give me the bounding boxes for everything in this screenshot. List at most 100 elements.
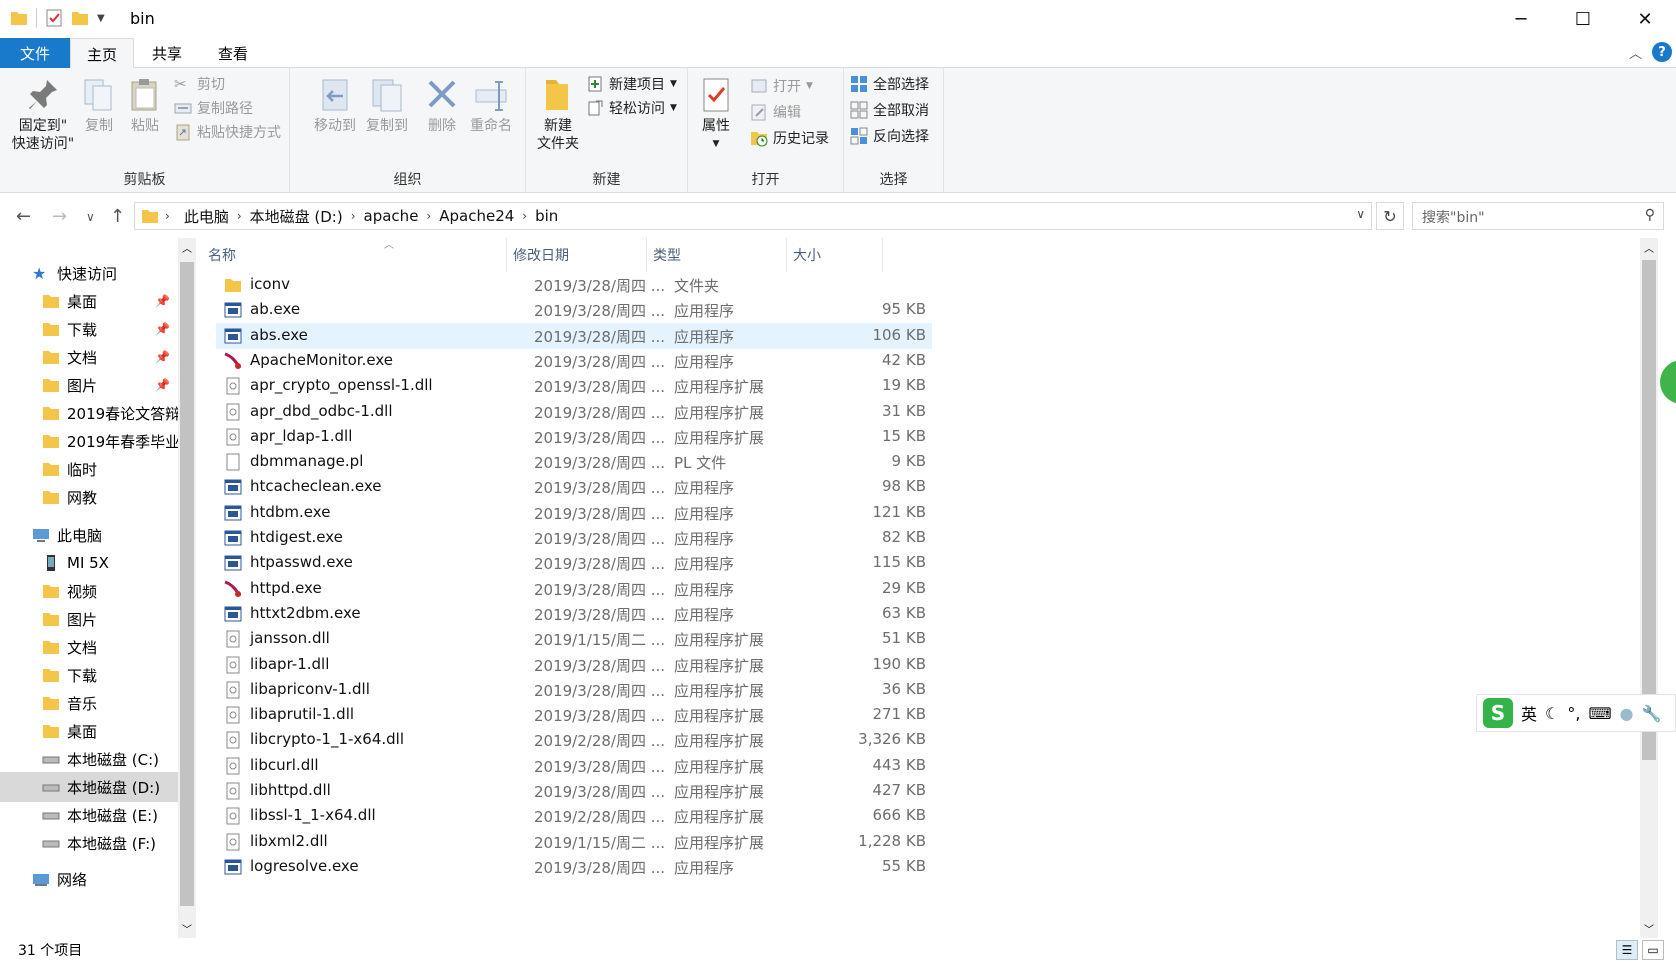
tab-share[interactable]: 共享 [134,38,200,68]
wrench-icon[interactable]: 🔧 [1642,704,1662,723]
breadcrumb-separator-icon[interactable]: › [159,209,176,223]
sogou-logo-icon[interactable]: S [1483,698,1513,728]
nav-scrollbar-thumb[interactable] [180,262,194,906]
column-header-date[interactable]: 修改日期 [513,238,643,272]
pin-icon[interactable]: 📌 [155,294,170,308]
breadcrumb-drive-d[interactable]: 本地磁盘 (D:) [242,206,351,227]
scroll-down-chevron-icon[interactable]: ﹀ [1644,921,1654,936]
nav-pc-item[interactable]: MI 5X [0,548,178,578]
refresh-button[interactable]: ↻ [1376,202,1404,230]
large-icons-view-button[interactable]: ▭ [1642,940,1664,960]
divider[interactable] [646,238,647,272]
nav-quick-item[interactable]: 2019春论文答辩 [0,398,178,428]
nav-this-pc[interactable]: 此电脑 [0,520,178,550]
nav-pc-item[interactable]: 文档 [0,632,178,662]
nav-pc-item[interactable]: 音乐 [0,688,178,718]
file-row[interactable]: apr_ldap-1.dll 2019/3/28/周四 ... 应用程序扩展 15 K… [216,424,932,450]
file-row[interactable]: ApacheMonitor.exe 2019/3/28/周四 ... 应用程序 42 … [216,348,932,374]
search-input[interactable]: 搜索"bin" ⚲ [1412,202,1664,230]
file-list-scrollbar[interactable]: ︿ ﹀ [1640,238,1658,938]
punctuation-icon[interactable]: °, [1567,704,1580,723]
breadcrumb-apache[interactable]: apache [356,207,427,225]
pin-icon[interactable]: 📌 [155,350,170,364]
file-row[interactable]: libhttpd.dll 2019/3/28/周四 ... 应用程序扩展 427 KB [216,778,932,804]
recent-locations-chevron-icon[interactable]: ∨ [86,210,95,224]
moon-icon[interactable]: ☾ [1545,704,1559,723]
nav-scrollbar[interactable]: ︿ ﹀ [178,238,196,938]
properties-button[interactable]: 属性 ▼ [694,76,738,153]
pin-icon[interactable]: 📌 [155,378,170,392]
pin-icon[interactable]: 📌 [155,322,170,336]
user-icon[interactable]: ● [1620,704,1634,723]
maximize-button[interactable]: ☐ [1552,0,1614,38]
column-header-name[interactable]: 名称 ︿ [208,238,504,272]
file-row[interactable]: libapr-1.dll 2019/3/28/周四 ... 应用程序扩展 190 KB [216,652,932,678]
file-row[interactable]: htdbm.exe 2019/3/28/周四 ... 应用程序 121 KB [216,500,932,526]
keyboard-icon[interactable]: ⌨ [1588,704,1611,723]
file-row[interactable]: dbmmanage.pl 2019/3/28/周四 ... PL 文件 9 KB [216,449,932,475]
divider[interactable] [506,238,507,272]
nav-network[interactable]: 网络 [0,864,178,894]
history-button[interactable]: 历史记录 [750,128,829,148]
file-row[interactable]: libcurl.dll 2019/3/28/周四 ... 应用程序扩展 443 KB [216,753,932,779]
nav-quick-item[interactable]: 图片 📌 [0,370,178,400]
file-row[interactable]: libaprutil-1.dll 2019/3/28/周四 ... 应用程序扩展 27… [216,702,932,728]
edit-button[interactable]: 编辑 [750,102,801,122]
side-widget-badge[interactable] [1660,360,1676,404]
forward-arrow-icon[interactable]: → [52,206,67,227]
paste-shortcut-button[interactable]: 粘贴快捷方式 [174,122,281,142]
move-to-button[interactable]: 移动到 [310,76,360,135]
new-item-button[interactable]: 新建项目 ▼ [586,74,677,94]
file-row[interactable]: ab.exe 2019/3/28/周四 ... 应用程序 95 KB [216,297,932,323]
file-row[interactable]: libxml2.dll 2019/1/15/周二 ... 应用程序扩展 1,228 K… [216,829,932,855]
file-row[interactable]: httpd.exe 2019/3/28/周四 ... 应用程序 29 KB [216,576,932,602]
file-row[interactable]: htcacheclean.exe 2019/3/28/周四 ... 应用程序 98 K… [216,474,932,500]
minimize-button[interactable]: ─ [1490,0,1552,38]
tab-home[interactable]: 主页 [70,38,134,69]
customize-qat-chevron-icon[interactable]: ▼ [97,13,105,24]
rename-button[interactable]: 重命名 [466,76,516,135]
paste-button[interactable]: 粘贴 [126,76,164,135]
nav-quick-access[interactable]: ★ 快速访问 [0,258,178,288]
ime-mode-toggle[interactable]: 英 [1521,701,1537,725]
copy-to-button[interactable]: 复制到 [362,76,412,135]
search-icon[interactable]: ⚲ [1645,207,1655,223]
open-button[interactable]: 打开 ▼ [750,76,813,96]
collapse-ribbon-chevron-icon[interactable]: ︿ [1629,43,1642,62]
select-none-button[interactable]: 全部取消 [850,100,929,120]
nav-pc-item[interactable]: 本地磁盘 (F:) [0,828,178,858]
column-header-type[interactable]: 类型 [653,238,783,272]
file-row[interactable]: httxt2dbm.exe 2019/3/28/周四 ... 应用程序 63 KB [216,601,932,627]
nav-quick-item[interactable]: 桌面 📌 [0,286,178,316]
pin-to-quick-access-button[interactable]: 固定到" 快速访问" [8,76,78,153]
close-button[interactable]: ✕ [1614,0,1676,38]
file-row[interactable]: logresolve.exe 2019/3/28/周四 ... 应用程序 55 KB [216,854,932,880]
breadcrumb-apache24[interactable]: Apache24 [431,207,522,225]
file-row[interactable]: htdigest.exe 2019/3/28/周四 ... 应用程序 82 KB [216,525,932,551]
divider[interactable] [786,238,787,272]
file-row[interactable]: abs.exe 2019/3/28/周四 ... 应用程序 106 KB [216,322,932,349]
file-row[interactable]: libcrypto-1_1-x64.dll 2019/2/28/周四 ... 应用程… [216,727,932,753]
tab-view[interactable]: 查看 [200,38,266,68]
divider[interactable] [882,238,883,272]
select-all-button[interactable]: 全部选择 [850,74,929,94]
nav-pc-item[interactable]: 桌面 [0,716,178,746]
copy-button[interactable]: 复制 [80,76,118,135]
file-row[interactable]: jansson.dll 2019/1/15/周二 ... 应用程序扩展 51 KB [216,626,932,652]
up-arrow-icon[interactable]: ↑ [110,206,125,227]
file-row[interactable]: libssl-1_1-x64.dll 2019/2/28/周四 ... 应用程序扩展… [216,803,932,829]
cut-button[interactable]: ✂ 剪切 [174,74,225,94]
breadcrumb-bin[interactable]: bin [527,207,566,225]
column-header-size[interactable]: 大小 [793,238,883,272]
nav-quick-item[interactable]: 文档 📌 [0,342,178,372]
file-row[interactable]: htpasswd.exe 2019/3/28/周四 ... 应用程序 115 KB [216,550,932,576]
file-row[interactable]: libapriconv-1.dll 2019/3/28/周四 ... 应用程序扩展 3… [216,677,932,703]
properties-icon[interactable] [45,9,63,27]
nav-pc-item[interactable]: 本地磁盘 (C:) [0,744,178,774]
delete-button[interactable]: 删除 [422,76,462,135]
invert-selection-button[interactable]: 反向选择 [850,126,929,146]
tab-file[interactable]: 文件 [0,38,70,68]
address-dropdown-chevron-icon[interactable]: ∨ [1356,207,1365,221]
nav-pc-item[interactable]: 下载 [0,660,178,690]
breadcrumb-this-pc[interactable]: 此电脑 [176,206,237,227]
